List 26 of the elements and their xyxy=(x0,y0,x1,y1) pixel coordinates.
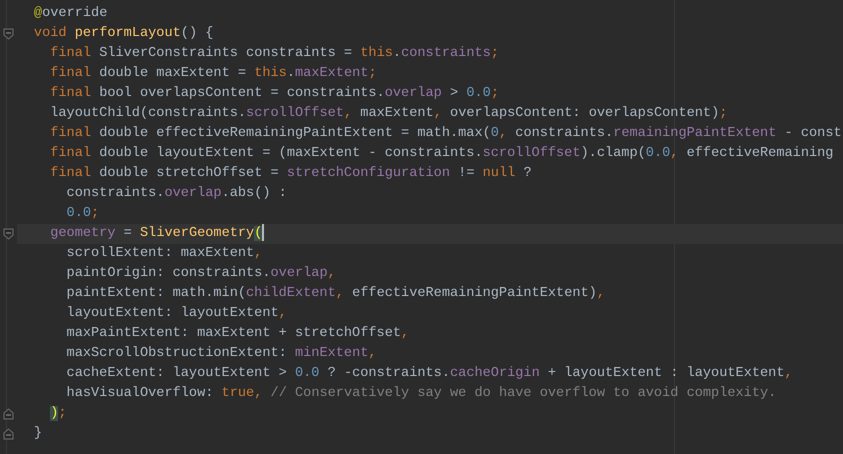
code-line: maxPaintExtent: maxExtent + stretchOffset, xyxy=(66,325,410,343)
code-line: scrollExtent: maxExtent, xyxy=(66,245,262,263)
code-line: constraints.overlap.abs() : xyxy=(66,185,287,203)
code-line: final SliverConstraints constraints = this.constraints; xyxy=(49,45,499,63)
code-line: maxScrollObstructionExtent: minExtent, xyxy=(66,345,377,363)
fold-icon[interactable] xyxy=(3,408,14,420)
code-line: layoutExtent: layoutExtent, xyxy=(66,305,287,323)
code-line: @override xyxy=(32,5,108,23)
fold-icon[interactable] xyxy=(3,228,14,240)
fold-icon[interactable] xyxy=(3,28,14,40)
code-line: cacheExtent: layoutExtent > 0.0 ? -constraints.cacheOrigin + layoutExtent : layoutExtent, xyxy=(66,365,793,383)
code-line: paintOrigin: constraints.overlap, xyxy=(66,265,336,283)
code-line: final bool overlapsContent = constraints.overlap > 0.0; xyxy=(49,85,499,103)
code-line: ); xyxy=(49,405,67,423)
code-line: geometry = SliverGeometry( xyxy=(18,224,264,244)
code-line: } xyxy=(32,425,42,443)
code-line: hasVisualOverflow: true, // Conservatively say we do have overflow to avoid complexity. xyxy=(66,385,776,403)
code-line: final double stretchOffset = stretchConfiguration != null ? xyxy=(49,165,532,183)
code-line: layoutChild(constraints.scrollOffset, maxExtent, overlapsContent: overlapsContent); xyxy=(49,105,728,123)
code-line: 0.0; xyxy=(66,205,100,223)
code-line: final double effectiveRemainingPaintExtent = math.max(0, constraints.remainingPaintExtent - const xyxy=(49,125,842,143)
code-line: final double layoutExtent = (maxExtent - constraints.scrollOffset).clamp(0.0, effectiveRemaining xyxy=(49,145,834,163)
code-line: final double maxExtent = this.maxExtent; xyxy=(49,65,377,83)
code-line: paintExtent: math.min(childExtent, effectiveRemainingPaintExtent), xyxy=(66,285,605,303)
fold-icon[interactable] xyxy=(3,428,14,440)
code-line: void performLayout() { xyxy=(32,25,214,43)
